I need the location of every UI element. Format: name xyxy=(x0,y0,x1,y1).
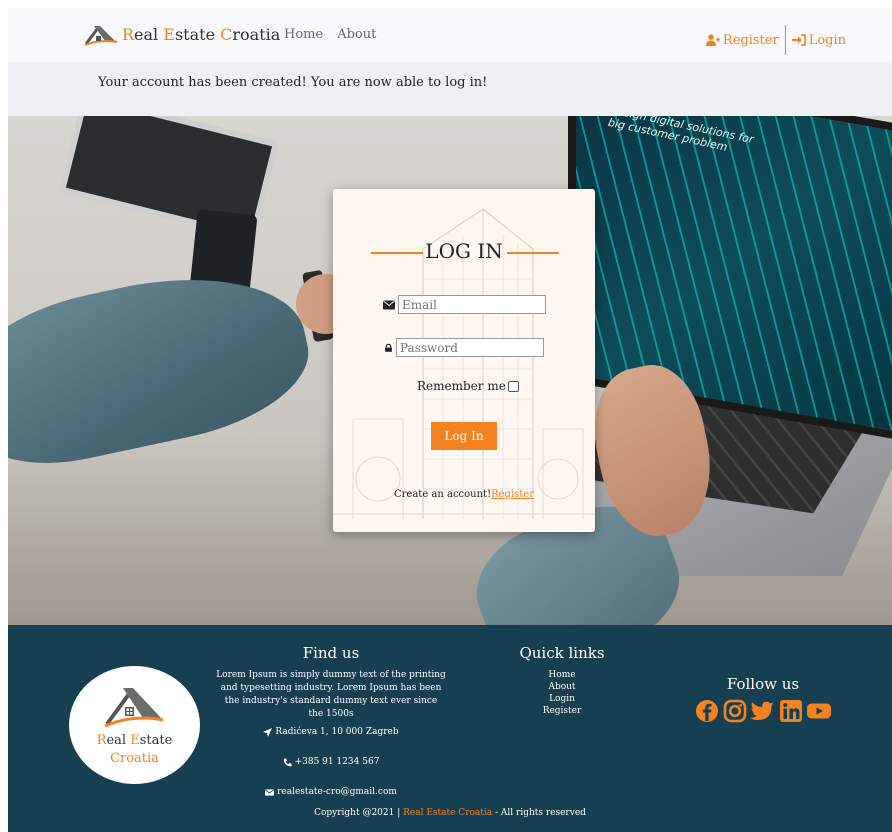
footer: Real Estate Croatia Find us Lorem Ipsum … xyxy=(8,625,892,832)
title-line-right xyxy=(507,252,559,254)
nav-links: Home About xyxy=(284,27,376,42)
address: Radićeva 1, 10 000 Zagreb xyxy=(216,727,446,737)
password-row xyxy=(384,338,544,357)
footer-logo: Real Estate Croatia xyxy=(69,666,200,784)
social-links xyxy=(694,699,832,723)
quick-link-home[interactable]: Home xyxy=(502,669,622,681)
linkedin-icon[interactable] xyxy=(778,699,804,723)
brand-link[interactable]: Real Estate Croatia xyxy=(84,22,280,46)
quick-link-about[interactable]: About xyxy=(502,681,622,693)
page: Real Estate Croatia Home About Register xyxy=(8,8,892,832)
house-logo-icon xyxy=(104,688,164,728)
success-alert: Your account has been created! You are n… xyxy=(8,62,892,116)
remember-checkbox[interactable] xyxy=(507,380,519,392)
quick-links-list: Home About Login Register xyxy=(502,669,622,717)
login-card: LOG IN Remember me Log In xyxy=(333,189,595,532)
nav-login[interactable]: Login xyxy=(791,32,846,48)
phone: +385 91 1234 567 xyxy=(216,757,446,767)
facebook-icon[interactable] xyxy=(694,699,720,723)
envelope-icon xyxy=(383,300,395,309)
user-plus-icon xyxy=(705,34,720,46)
quick-link-login[interactable]: Login xyxy=(502,693,622,705)
quick-link-register[interactable]: Register xyxy=(502,705,622,717)
quick-links-title: Quick links xyxy=(519,644,605,662)
copyright: Copyright @2021 | Real Estate Croatia - … xyxy=(314,808,586,818)
login-button[interactable]: Log In xyxy=(431,422,497,450)
email-input[interactable] xyxy=(398,295,546,314)
nav-login-label: Login xyxy=(808,32,846,48)
find-us-title: Find us xyxy=(302,644,360,662)
alert-message: Your account has been created! You are n… xyxy=(98,75,488,90)
youtube-icon[interactable] xyxy=(806,699,832,723)
nav-divider xyxy=(784,25,786,55)
password-input[interactable] xyxy=(396,338,544,357)
register-link[interactable]: Register xyxy=(491,489,534,500)
hero-background-photo: design digital solutions for big custome… xyxy=(8,116,892,625)
email-contact: realestate-cro@gmail.com xyxy=(216,787,446,797)
copyright-brand: Real Estate Croatia xyxy=(403,808,493,818)
login-title: LOG IN xyxy=(425,239,503,263)
house-logo-icon xyxy=(84,25,118,46)
nav-register[interactable]: Register xyxy=(705,32,779,48)
navbar: Real Estate Croatia Home About Register xyxy=(8,8,892,62)
footer-logo-text: Real Estate Croatia xyxy=(96,733,173,766)
envelope-icon xyxy=(265,788,275,796)
brand-name: Real Estate Croatia xyxy=(122,24,281,44)
nav-home[interactable]: Home xyxy=(284,27,323,42)
nav-register-label: Register xyxy=(722,32,779,48)
nav-about[interactable]: About xyxy=(337,27,376,42)
instagram-icon[interactable] xyxy=(722,699,748,723)
location-arrow-icon xyxy=(263,727,273,737)
email-row xyxy=(383,295,546,314)
remember-label: Remember me xyxy=(417,379,506,393)
phone-icon xyxy=(283,757,292,766)
find-us-text: Lorem Ipsum is simply dummy text of the … xyxy=(216,670,446,719)
remember-me[interactable]: Remember me xyxy=(417,379,519,393)
lock-icon xyxy=(385,343,392,352)
twitter-icon[interactable] xyxy=(750,699,776,723)
create-account-text: Create an account!Register xyxy=(393,489,534,500)
follow-us-title: Follow us xyxy=(726,675,800,693)
sign-in-icon xyxy=(791,34,806,46)
nav-auth: Register Login xyxy=(705,25,846,55)
